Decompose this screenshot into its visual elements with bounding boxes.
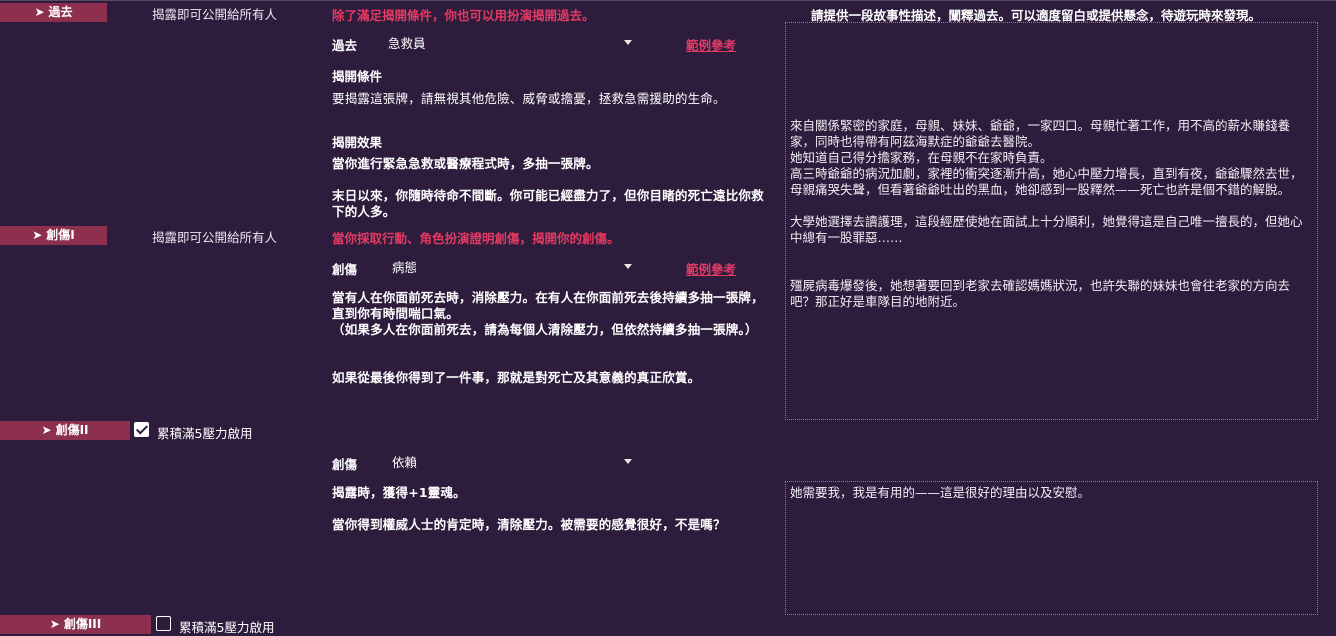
past-story-textarea[interactable]: 來自關係緊密的家庭，母親、妹妹、爺爺，一家四口。母親忙著工作，用不高的薪水賺錢養… (785, 22, 1318, 420)
trauma2-select-label: 創傷 (332, 457, 358, 472)
arrow-right-icon: ➤ (49, 617, 60, 631)
chevron-down-icon (624, 40, 632, 45)
trauma3-tag: ➤ 創傷III (0, 615, 151, 634)
trauma1-select[interactable]: 病態 (392, 257, 634, 275)
top-divider (0, 0, 1336, 1)
trauma2-tag: ➤ 創傷II (0, 421, 130, 440)
trauma1-select-value: 病態 (392, 259, 418, 275)
past-warning: 除了滿足揭開條件，你也可以用扮演揭開過去。 (332, 8, 595, 23)
trauma1-reveal-to: 揭露即可公開給所有人 (152, 230, 278, 245)
trauma1-warning: 當你採取行動、角色扮演證明創傷，揭開你的創傷。 (332, 231, 620, 246)
past-effect-heading: 揭開效果 (332, 135, 383, 150)
past-select-label: 過去 (332, 38, 358, 53)
trauma1-text-line1: 當有人在你面前死去時，消除壓力。在有人在你面前死去後持續多抽一張牌，直到你有時間… (332, 290, 764, 321)
past-reveal-to: 揭露即可公開給所有人 (152, 7, 278, 22)
trauma3-checkbox-label: 累積滿5壓力啟用 (179, 620, 275, 635)
trauma1-text-line2: （如果多人在你面前死去，請為每個人清除壓力，但依然持續多抽一張牌。） (332, 322, 758, 337)
trauma2-select[interactable]: 依賴 (392, 452, 634, 470)
trauma1-tag-label: 創傷I (46, 228, 75, 242)
trauma2-text-line2: 當你得到權威人士的肯定時，清除壓力。被需要的感覺很好，不是嗎？ (332, 517, 726, 532)
past-effect-line2: 末日以來，你隨時待命不間斷。你可能已經盡力了，但你目睹的死亡遠比你救下的人多。 (332, 188, 764, 219)
trauma1-text-line3: 如果從最後你得到了一件事，那就是對死亡及其意義的真正欣賞。 (332, 370, 701, 385)
trauma1-tag: ➤ 創傷I (0, 226, 107, 245)
past-tag: ➤ 過去 (0, 3, 107, 22)
trauma3-tag-label: 創傷III (63, 617, 102, 631)
arrow-right-icon: ➤ (41, 423, 52, 437)
trauma1-example-link[interactable]: 範例參考 (686, 259, 736, 278)
trauma2-text-line1: 揭露時，獲得+1靈魂。 (332, 485, 466, 500)
trauma2-checkbox-label: 累積滿5壓力啟用 (157, 426, 253, 441)
chevron-down-icon (624, 459, 632, 464)
past-condition-heading: 揭開條件 (332, 69, 383, 84)
chevron-down-icon (624, 264, 632, 269)
trauma2-select-value: 依賴 (392, 454, 418, 470)
trauma2-tag-label: 創傷II (55, 423, 89, 437)
trauma2-story-textarea[interactable]: 她需要我，我是有用的——這是很好的理由以及安慰。 (785, 481, 1318, 615)
arrow-right-icon: ➤ (32, 228, 43, 242)
trauma1-select-label: 創傷 (332, 262, 358, 277)
past-condition-text: 要揭露這張牌，請無視其他危險、威脅或擔憂，拯救急需援助的生命。 (332, 91, 726, 106)
past-example-link[interactable]: 範例參考 (686, 35, 736, 54)
past-select-value: 急救員 (388, 35, 426, 51)
past-select[interactable]: 急救員 (388, 33, 634, 51)
trauma2-activate-checkbox[interactable] (134, 422, 149, 437)
past-tag-label: 過去 (48, 5, 73, 19)
arrow-right-icon: ➤ (34, 5, 45, 19)
past-effect-line1: 當你進行緊急急救或醫療程式時，多抽一張牌。 (332, 156, 599, 171)
trauma3-activate-checkbox[interactable] (156, 616, 171, 631)
